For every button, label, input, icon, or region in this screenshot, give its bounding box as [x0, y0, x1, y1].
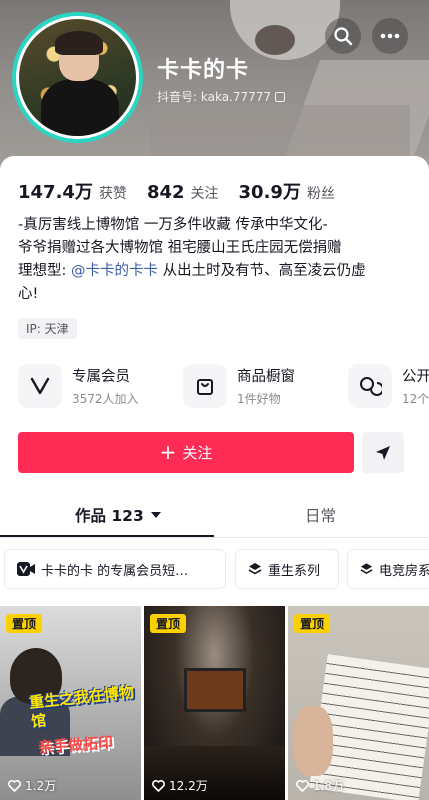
- profile-name: 卡卡的卡: [157, 58, 250, 83]
- tab-works-label: 作品 123: [75, 507, 144, 525]
- video-thumbnail[interactable]: 重生之我在博物馆 亲手做拓印 置顶 1.2万: [0, 606, 141, 800]
- service-public-group[interactable]: 公开群 12个群: [348, 361, 429, 411]
- service-subtitle: 3572人加入: [72, 392, 139, 406]
- video-likes: 1.8万: [296, 777, 344, 794]
- video-likes: 1.2万: [8, 777, 56, 794]
- pinned-badge: 置顶: [6, 614, 43, 633]
- vip-v-icon: [18, 364, 62, 408]
- tab-works[interactable]: 作品 123: [75, 504, 161, 526]
- profile-card: 147.4万 获赞 842 关注 30.9万 粉丝 -真厉害线上博物馆 一万多件…: [0, 156, 429, 800]
- follow-button[interactable]: + 关注: [18, 432, 354, 473]
- vip-badge-icon: [17, 562, 35, 576]
- content-tabs: 作品 123 日常: [0, 496, 429, 538]
- collections-row: 卡卡的卡 的专属会员短… 重生系列 电竞房系列: [0, 549, 429, 591]
- service-title: 公开群: [402, 369, 429, 385]
- stats-row: 147.4万 获赞 842 关注 30.9万 粉丝: [18, 178, 349, 204]
- collection-chip-vip[interactable]: 卡卡的卡 的专属会员短…: [4, 549, 226, 589]
- followers-count[interactable]: 30.9万: [239, 178, 301, 204]
- send-icon: [376, 445, 390, 460]
- plus-icon: +: [159, 439, 177, 464]
- profile-bio: -真厉害线上博物馆 一万多件收藏 传承中华文化- 爷爷捐赠过各大博物馆 祖宅腰山…: [18, 214, 418, 306]
- pinned-badge: 置顶: [150, 614, 187, 633]
- collection-label: 重生系列: [268, 563, 321, 579]
- video-caption: 亲手做拓印: [37, 733, 114, 757]
- service-vip-membership[interactable]: 专属会员 3572人加入: [18, 361, 183, 411]
- more-options-button[interactable]: [372, 18, 408, 54]
- heart-icon: [152, 779, 165, 792]
- bio-line: 心!: [18, 286, 39, 302]
- collection-label: 电竞房系列: [378, 563, 429, 579]
- likes-label: 获赞: [98, 186, 127, 202]
- douyin-id-text: 抖音号: kaka.77777: [157, 90, 272, 104]
- collection-chip-esports-room[interactable]: 电竞房系列: [347, 549, 429, 589]
- layers-icon: [248, 563, 262, 575]
- caret-down-icon: [150, 512, 161, 518]
- search-button[interactable]: [325, 18, 361, 54]
- collection-label: 卡卡的卡 的专属会员短…: [41, 563, 189, 579]
- tab-daily[interactable]: 日常: [305, 504, 336, 526]
- bio-line: 爷爷捐赠过各大博物馆 祖宅腰山王氏庄园无偿捐赠: [18, 240, 342, 256]
- follow-button-label: 关注: [182, 444, 213, 462]
- copy-icon[interactable]: [275, 91, 286, 102]
- video-likes: 12.2万: [152, 777, 208, 794]
- douyin-id[interactable]: 抖音号: kaka.77777: [157, 88, 286, 105]
- send-message-button[interactable]: [362, 432, 404, 473]
- service-subtitle: 1件好物: [237, 392, 281, 406]
- more-dots-icon: [380, 33, 400, 39]
- heart-icon: [296, 779, 309, 792]
- shopping-bag-icon: [183, 364, 227, 408]
- avatar-image: [16, 16, 139, 139]
- following-count[interactable]: 842: [147, 182, 185, 203]
- pinned-badge: 置顶: [294, 614, 331, 633]
- ip-location-tag: IP: 天津: [18, 318, 77, 339]
- video-thumbnail[interactable]: 置顶 12.2万: [144, 606, 285, 800]
- avatar[interactable]: [12, 12, 143, 143]
- search-icon: [334, 27, 353, 46]
- service-shop-window[interactable]: 商品橱窗 1件好物: [183, 361, 348, 411]
- layers-icon: [360, 563, 373, 575]
- service-title: 商品橱窗: [237, 369, 295, 385]
- following-label[interactable]: 关注: [191, 183, 219, 203]
- services-row: 专属会员 3572人加入 商品橱窗 1件好物 公开群 12个群: [18, 361, 429, 411]
- video-thumbnail[interactable]: 置顶 1.8万: [288, 606, 429, 800]
- bio-line: -真厉害线上博物馆 一万多件收藏 传承中华文化-: [18, 217, 328, 233]
- bio-mention-link[interactable]: @卡卡的卡卡: [71, 263, 158, 279]
- service-title: 专属会员: [72, 369, 130, 385]
- heart-icon: [8, 779, 21, 792]
- likes-count: 147.4万: [18, 182, 93, 203]
- bio-line: 理想型: @卡卡的卡卡 从出土时及有节、高至凌云仍虚: [18, 263, 366, 279]
- video-grid: 重生之我在博物馆 亲手做拓印 置顶 1.2万 置顶 12.2万 置顶 1.8万: [0, 606, 429, 800]
- collection-chip-rebirth[interactable]: 重生系列: [235, 549, 339, 589]
- active-tab-indicator: [0, 535, 214, 537]
- chat-bubbles-icon: [348, 364, 392, 408]
- followers-label[interactable]: 粉丝: [307, 183, 335, 203]
- service-subtitle: 12个群: [402, 392, 429, 406]
